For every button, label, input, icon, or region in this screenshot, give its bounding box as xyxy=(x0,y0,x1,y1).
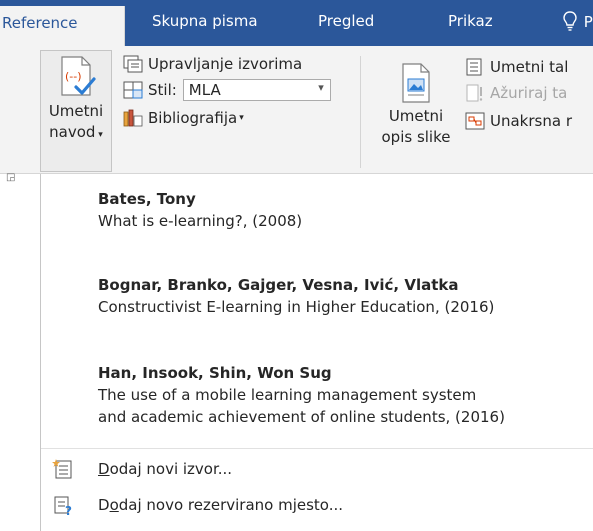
source-author: Han, Insook, Shin, Won Sug xyxy=(98,364,332,382)
ribbon-panel: (--) Umetni navod ▾ Upravljanje izvorima… xyxy=(0,46,593,174)
manage-sources-label: Upravljanje izvorima xyxy=(148,55,303,73)
cross-reference-label: Unakrsna r xyxy=(490,112,572,130)
add-new-source-label: Dodaj novi izvor... xyxy=(98,460,233,478)
source-title: What is e-learning?, (2008) xyxy=(98,212,303,230)
table-of-figures-icon xyxy=(466,58,482,76)
insert-caption-button[interactable]: Umetni opis slike xyxy=(376,62,456,148)
tab-review[interactable]: Pregled xyxy=(318,12,374,30)
source-title: and academic achievement of online stude… xyxy=(98,408,505,426)
update-table-icon xyxy=(466,84,483,102)
insert-citation-button[interactable]: (--) Umetni navod ▾ xyxy=(40,50,112,172)
update-table-button[interactable]: Ažuriraj ta xyxy=(464,82,567,104)
cross-reference-icon xyxy=(465,112,485,130)
svg-text:?: ? xyxy=(65,504,72,516)
chevron-down-icon: ▾ xyxy=(239,113,244,123)
style-icon xyxy=(123,81,143,99)
tell-me-text: P xyxy=(583,13,593,31)
source-item[interactable]: Bates, Tony What is e-learning?, (2008) xyxy=(98,188,302,232)
bibliography-button[interactable]: Bibliografija ▾ xyxy=(122,107,244,129)
citation-icon: (--) xyxy=(61,56,96,96)
tab-mailings[interactable]: Skupna pisma xyxy=(152,12,258,30)
bibliography-icon xyxy=(123,109,143,127)
citation-style-select[interactable]: MLA ▾ xyxy=(182,79,331,101)
style-label: Stil: xyxy=(148,81,177,99)
caption-icon xyxy=(402,63,430,103)
add-new-placeholder-label: Dodaj novo rezervirano mjesto... xyxy=(98,496,344,514)
source-title: The use of a mobile learning management … xyxy=(98,386,477,404)
insert-table-of-figures-button[interactable]: Umetni tal xyxy=(464,56,568,78)
tab-reference[interactable]: Reference xyxy=(0,6,125,46)
manage-sources-icon xyxy=(123,55,143,73)
insert-citation-label-1: Umetni xyxy=(48,102,104,120)
source-item[interactable]: Bognar, Branko, Gajger, Vesna, Ivić, Vla… xyxy=(98,274,494,318)
svg-text:(--): (--) xyxy=(65,70,82,83)
add-new-placeholder-menu-item[interactable]: ? Dodaj novo rezervirano mjesto... xyxy=(41,489,593,521)
source-author: Bates, Tony xyxy=(98,190,196,208)
menu-separator xyxy=(41,448,593,449)
add-new-source-menu-item[interactable]: Dodaj novi izvor... xyxy=(41,453,593,485)
lightbulb-icon xyxy=(563,11,577,31)
update-table-label: Ažuriraj ta xyxy=(490,84,568,102)
source-author: Bognar, Branko, Gajger, Vesna, Ivić, Vla… xyxy=(98,276,459,294)
insert-citation-dropdown: Bates, Tony What is e-learning?, (2008) … xyxy=(40,174,593,531)
add-source-icon xyxy=(41,453,85,485)
cross-reference-button[interactable]: Unakrsna r xyxy=(464,110,572,132)
style-value: MLA xyxy=(188,81,221,99)
add-placeholder-icon: ? xyxy=(41,489,85,521)
insert-caption-label-1: Umetni xyxy=(388,107,444,125)
insert-caption-label-2: opis slike xyxy=(381,128,451,146)
bibliography-label: Bibliografija xyxy=(148,109,238,127)
chevron-down-icon: ▾ xyxy=(318,81,324,94)
insert-citation-label-2: navod ▾ xyxy=(49,123,103,141)
source-title: Constructivist E-learning in Higher Educ… xyxy=(98,298,495,316)
manage-sources-button[interactable]: Upravljanje izvorima xyxy=(122,53,302,75)
ribbon-tab-bar: Reference Skupna pisma Pregled Prikaz P xyxy=(0,0,593,46)
tell-me-button[interactable]: P xyxy=(563,11,593,31)
group-separator xyxy=(360,56,361,168)
style-row: Stil: MLA ▾ xyxy=(122,79,331,101)
source-item[interactable]: Han, Insook, Shin, Won Sug The use of a … xyxy=(98,362,505,428)
dialog-launcher-icon[interactable]: ◲ xyxy=(6,172,15,183)
insert-table-of-figures-label: Umetni tal xyxy=(490,58,569,76)
tab-view[interactable]: Prikaz xyxy=(448,12,493,30)
